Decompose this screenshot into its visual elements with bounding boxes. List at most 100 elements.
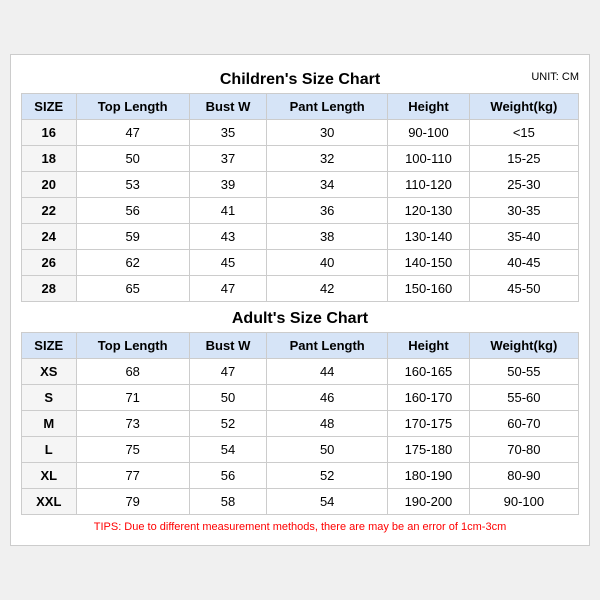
table-cell: 42 — [267, 276, 388, 302]
ad-col-pant-length: Pant Length — [267, 333, 388, 359]
table-cell: 77 — [76, 463, 189, 489]
ch-col-weight: Weight(kg) — [469, 94, 578, 120]
table-cell: 62 — [76, 250, 189, 276]
table-cell: 47 — [189, 359, 266, 385]
table-row: 24594338130-14035-40 — [22, 224, 579, 250]
table-cell: 25-30 — [469, 172, 578, 198]
table-row: XXL795854190-20090-100 — [22, 489, 579, 515]
table-cell: 175-180 — [388, 437, 470, 463]
table-cell: 90-100 — [388, 120, 470, 146]
table-cell: 140-150 — [388, 250, 470, 276]
table-cell: 170-175 — [388, 411, 470, 437]
table-row: 28654742150-16045-50 — [22, 276, 579, 302]
children-table: SIZE Top Length Bust W Pant Length Heigh… — [21, 93, 579, 302]
children-title: Children's Size Chart UNIT: CM — [21, 65, 579, 93]
table-row: 1647353090-100<15 — [22, 120, 579, 146]
table-cell: 53 — [76, 172, 189, 198]
table-row: 20533934110-12025-30 — [22, 172, 579, 198]
table-cell: 38 — [267, 224, 388, 250]
table-cell: 35-40 — [469, 224, 578, 250]
ch-col-top-length: Top Length — [76, 94, 189, 120]
table-cell: 44 — [267, 359, 388, 385]
table-row: 22564136120-13030-35 — [22, 198, 579, 224]
ad-col-bust-w: Bust W — [189, 333, 266, 359]
table-cell: 56 — [76, 198, 189, 224]
tips-text: TIPS: Due to different measurement metho… — [21, 515, 579, 535]
table-cell: 110-120 — [388, 172, 470, 198]
table-cell: 30 — [267, 120, 388, 146]
table-cell: 54 — [189, 437, 266, 463]
table-cell: 28 — [22, 276, 77, 302]
table-cell: 47 — [189, 276, 266, 302]
table-cell: 59 — [76, 224, 189, 250]
table-cell: 80-90 — [469, 463, 578, 489]
table-cell: 65 — [76, 276, 189, 302]
table-row: XS684744160-16550-55 — [22, 359, 579, 385]
table-row: XL775652180-19080-90 — [22, 463, 579, 489]
ch-col-height: Height — [388, 94, 470, 120]
table-row: L755450175-18070-80 — [22, 437, 579, 463]
adults-header-row: SIZE Top Length Bust W Pant Length Heigh… — [22, 333, 579, 359]
ch-col-size: SIZE — [22, 94, 77, 120]
table-cell: 20 — [22, 172, 77, 198]
table-cell: 35 — [189, 120, 266, 146]
table-row: 18503732100-11015-25 — [22, 146, 579, 172]
table-cell: 22 — [22, 198, 77, 224]
ch-col-bust-w: Bust W — [189, 94, 266, 120]
table-cell: 58 — [189, 489, 266, 515]
table-cell: 41 — [189, 198, 266, 224]
adults-title: Adult's Size Chart — [21, 302, 579, 332]
ch-col-pant-length: Pant Length — [267, 94, 388, 120]
table-cell: 54 — [267, 489, 388, 515]
table-cell: 50 — [267, 437, 388, 463]
table-cell: 55-60 — [469, 385, 578, 411]
table-cell: 50-55 — [469, 359, 578, 385]
table-cell: 32 — [267, 146, 388, 172]
table-row: S715046160-17055-60 — [22, 385, 579, 411]
table-cell: 45-50 — [469, 276, 578, 302]
table-cell: 40 — [267, 250, 388, 276]
table-cell: 180-190 — [388, 463, 470, 489]
table-cell: 36 — [267, 198, 388, 224]
table-cell: L — [22, 437, 77, 463]
table-cell: <15 — [469, 120, 578, 146]
table-cell: 160-165 — [388, 359, 470, 385]
children-title-text: Children's Size Chart — [220, 71, 380, 88]
table-cell: M — [22, 411, 77, 437]
table-cell: 60-70 — [469, 411, 578, 437]
table-cell: 48 — [267, 411, 388, 437]
table-cell: 70-80 — [469, 437, 578, 463]
table-cell: 18 — [22, 146, 77, 172]
table-cell: 190-200 — [388, 489, 470, 515]
table-cell: XS — [22, 359, 77, 385]
table-cell: 39 — [189, 172, 266, 198]
table-cell: 56 — [189, 463, 266, 489]
adults-title-text: Adult's Size Chart — [232, 310, 368, 327]
table-cell: 46 — [267, 385, 388, 411]
table-cell: 75 — [76, 437, 189, 463]
table-cell: 24 — [22, 224, 77, 250]
table-cell: 150-160 — [388, 276, 470, 302]
table-cell: 40-45 — [469, 250, 578, 276]
table-cell: 130-140 — [388, 224, 470, 250]
table-row: 26624540140-15040-45 — [22, 250, 579, 276]
table-cell: 90-100 — [469, 489, 578, 515]
chart-container: Children's Size Chart UNIT: CM SIZE Top … — [10, 54, 590, 546]
table-cell: 79 — [76, 489, 189, 515]
table-cell: 100-110 — [388, 146, 470, 172]
table-cell: 26 — [22, 250, 77, 276]
table-cell: XL — [22, 463, 77, 489]
table-cell: 68 — [76, 359, 189, 385]
table-cell: 47 — [76, 120, 189, 146]
table-cell: 43 — [189, 224, 266, 250]
table-cell: 30-35 — [469, 198, 578, 224]
table-cell: 16 — [22, 120, 77, 146]
unit-label: UNIT: CM — [531, 71, 579, 83]
adults-table: SIZE Top Length Bust W Pant Length Heigh… — [21, 332, 579, 515]
table-cell: 34 — [267, 172, 388, 198]
ad-col-weight: Weight(kg) — [469, 333, 578, 359]
table-cell: 52 — [267, 463, 388, 489]
table-cell: 15-25 — [469, 146, 578, 172]
table-cell: 37 — [189, 146, 266, 172]
children-header-row: SIZE Top Length Bust W Pant Length Heigh… — [22, 94, 579, 120]
